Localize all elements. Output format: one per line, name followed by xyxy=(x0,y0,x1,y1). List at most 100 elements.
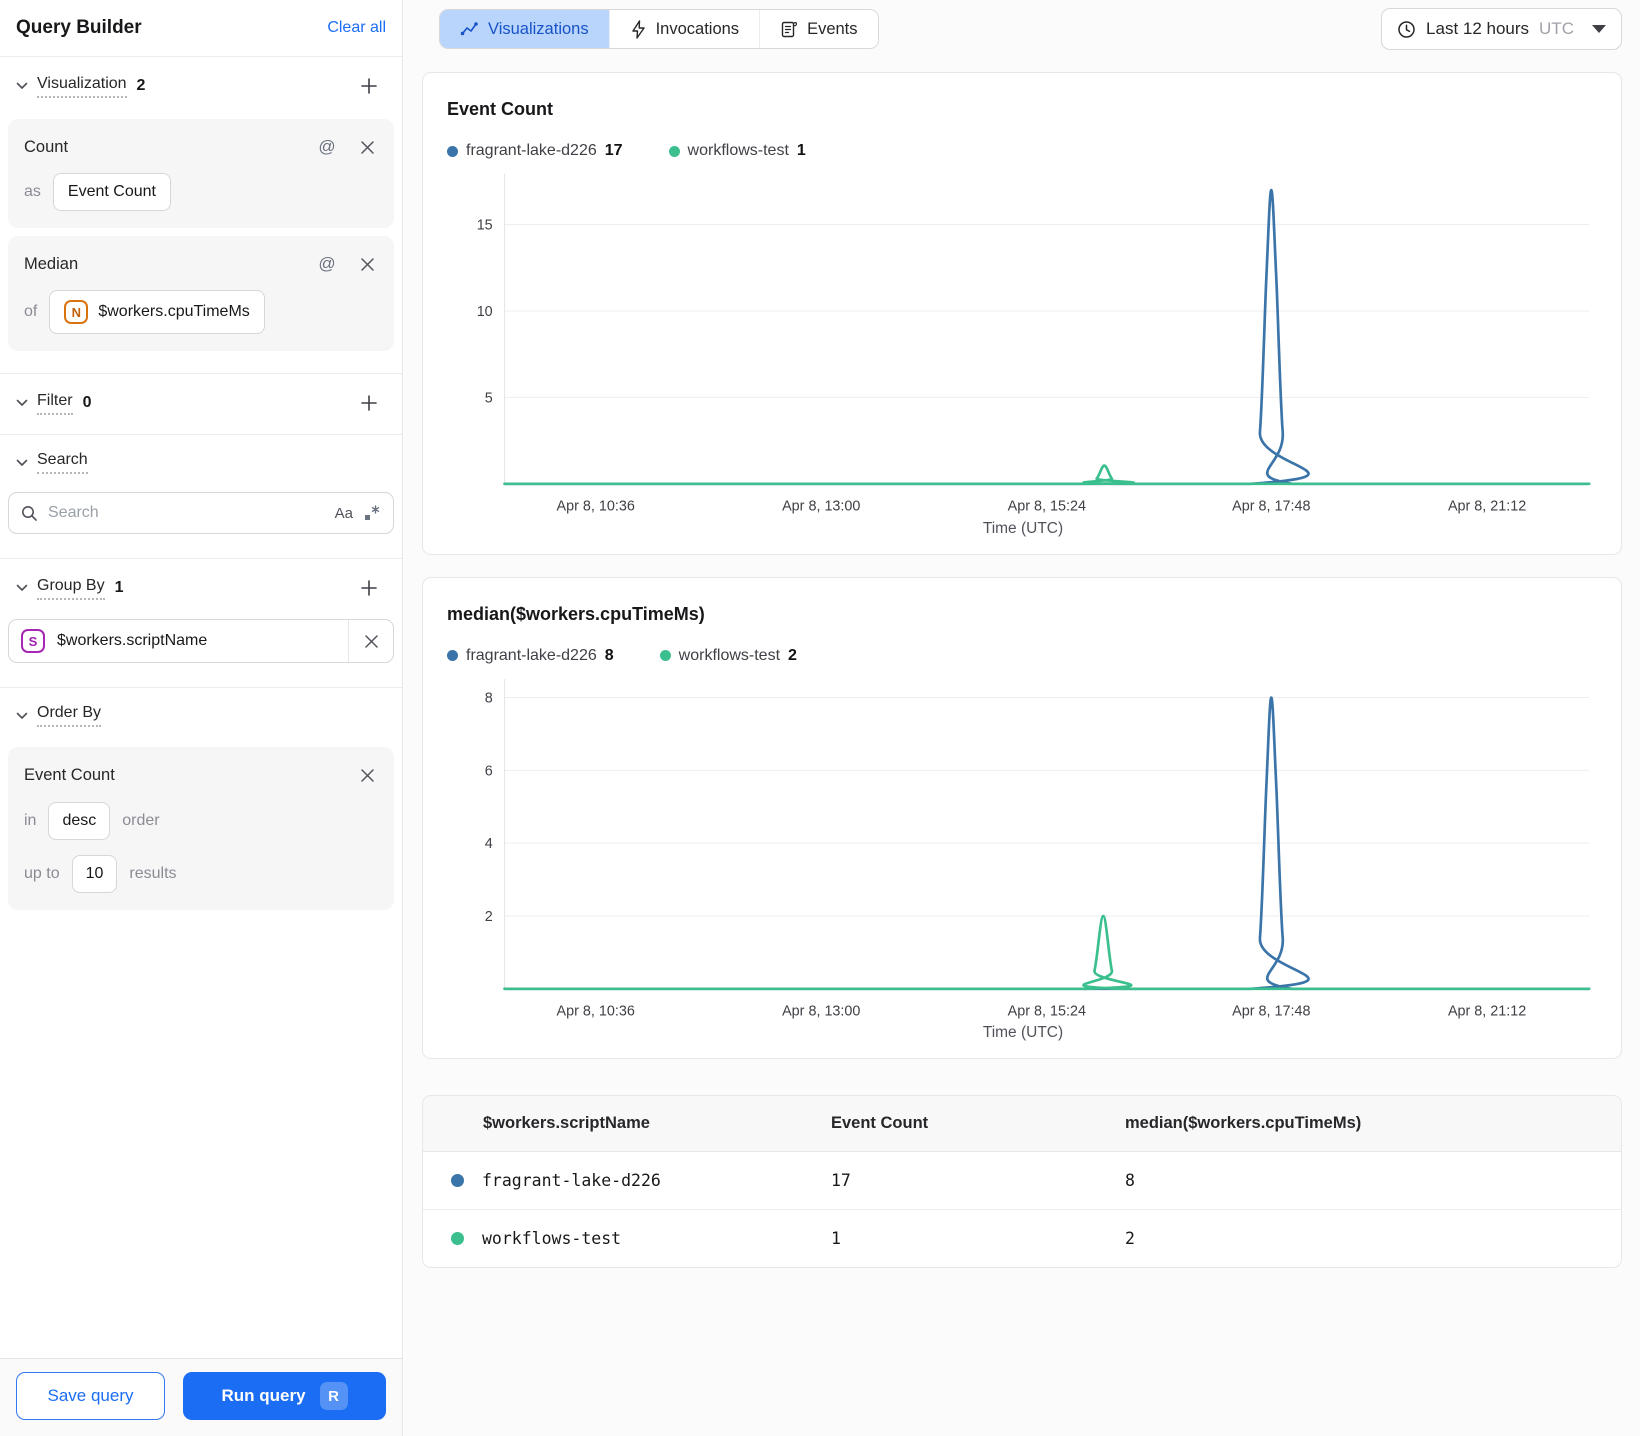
series-line-fragrant-lake-d226 xyxy=(503,188,1591,486)
count-card-title: Count xyxy=(24,137,69,156)
clear-all-link[interactable]: Clear all xyxy=(327,19,386,37)
save-query-button[interactable]: Save query xyxy=(16,1372,165,1420)
legend-dot xyxy=(668,145,680,157)
caret-down-icon xyxy=(1592,25,1606,33)
line-chart-icon xyxy=(460,21,478,35)
legend-series-value: 17 xyxy=(604,142,623,159)
search-section: Search Aa xyxy=(0,435,402,559)
chart-title: Event Count xyxy=(447,99,553,119)
table-body: fragrant-lake-d226 17 8 workflows-test 1 2 xyxy=(423,1152,1621,1267)
run-query-button[interactable]: Run query R xyxy=(183,1372,386,1420)
table-row[interactable]: fragrant-lake-d226 17 8 xyxy=(423,1152,1621,1211)
legend-dot xyxy=(447,145,458,157)
timezone-label: UTC xyxy=(1539,19,1574,38)
visualization-label: Visualization xyxy=(37,75,127,98)
x-tick-label: Apr 8, 21:12 xyxy=(1448,1003,1526,1019)
column-header-median[interactable]: median($workers.cpuTimeMs) xyxy=(1125,1114,1621,1133)
chevron-down-icon[interactable] xyxy=(14,78,30,94)
order-label: order xyxy=(122,812,160,829)
legend-item[interactable]: fragrant-lake-d226 8 xyxy=(447,647,614,665)
remove-count-button[interactable] xyxy=(356,136,378,158)
median-field-value: $workers.cpuTimeMs xyxy=(98,303,250,320)
x-tick-label: Apr 8, 10:36 xyxy=(557,499,635,515)
sort-direction-select[interactable]: desc xyxy=(48,802,111,840)
search-input[interactable] xyxy=(48,504,325,522)
table-header-row: $workers.scriptName Event Count median($… xyxy=(423,1096,1621,1153)
legend-series-value: 1 xyxy=(796,142,806,159)
main-content: Visualizations Invocations Events Last 1… xyxy=(404,0,1640,1436)
result-limit-input[interactable]: 10 xyxy=(71,855,118,893)
chevron-down-icon[interactable] xyxy=(14,708,30,724)
legend-item[interactable]: workflows-test 2 xyxy=(659,646,797,665)
legend-item[interactable]: workflows-test 1 xyxy=(668,142,806,160)
query-builder-sidebar: Query Builder Clear all Visualization 2 … xyxy=(0,0,403,1436)
tab-events[interactable]: Events xyxy=(759,10,878,48)
in-label: in xyxy=(24,812,37,829)
order-by-section: Order By Event Count in desc order up to… xyxy=(0,688,402,932)
group-by-section: Group By 1 S $workers.scriptName xyxy=(0,559,402,688)
chevron-down-icon[interactable] xyxy=(14,395,30,411)
close-icon xyxy=(360,768,374,782)
count-visualization-card: Count @ as Event Count xyxy=(8,119,394,228)
add-visualization-button[interactable] xyxy=(356,73,382,99)
document-icon xyxy=(781,21,798,37)
legend-series-name: fragrant-lake-d226 xyxy=(466,646,597,664)
y-tick-label: 4 xyxy=(485,836,493,852)
regex-toggle[interactable] xyxy=(363,504,381,522)
tab-visualizations[interactable]: Visualizations xyxy=(440,10,609,48)
mention-icon[interactable]: @ xyxy=(316,253,338,275)
visualization-section: Visualization 2 Count @ as Event Count M… xyxy=(0,57,402,374)
chevron-down-icon[interactable] xyxy=(14,580,30,596)
group-by-field[interactable]: S $workers.scriptName xyxy=(8,619,394,663)
time-range-select[interactable]: Last 12 hours UTC xyxy=(1381,8,1622,50)
median-card-title: Median xyxy=(24,254,79,273)
legend-series-value: 8 xyxy=(604,646,614,664)
script-name-value: fragrant-lake-d226 xyxy=(482,1171,661,1191)
remove-order-by-button[interactable] xyxy=(356,764,378,786)
string-type-icon: S xyxy=(21,629,45,653)
x-tick-label: Apr 8, 15:24 xyxy=(1008,499,1086,515)
topbar: Visualizations Invocations Events Last 1… xyxy=(422,8,1622,50)
chart-legend: fragrant-lake-d226 8 workflows-test 2 xyxy=(447,647,1599,665)
group-by-label: Group By xyxy=(37,577,105,600)
cell-median: 2 xyxy=(1125,1229,1135,1249)
count-alias-field[interactable]: Event Count xyxy=(52,173,171,211)
chevron-down-icon[interactable] xyxy=(14,455,30,471)
count-alias-value: Event Count xyxy=(67,183,156,200)
x-tick-label: Apr 8, 17:48 xyxy=(1232,1003,1310,1019)
mention-icon[interactable]: @ xyxy=(316,136,338,158)
page-title: Query Builder xyxy=(16,17,142,38)
order-by-field-title: Event Count xyxy=(24,765,115,784)
x-tick-label: Apr 8, 21:12 xyxy=(1448,499,1526,515)
legend-series-name: workflows-test xyxy=(678,646,781,664)
chart-title: median($workers.cpuTimeMs) xyxy=(447,603,705,624)
median-field-selector[interactable]: N $workers.cpuTimeMs xyxy=(49,290,265,334)
column-header-event-count[interactable]: Event Count xyxy=(831,1114,1125,1133)
cell-event-count: 1 xyxy=(831,1229,841,1249)
add-group-by-button[interactable] xyxy=(356,575,382,601)
add-filter-button[interactable] xyxy=(356,390,382,416)
x-axis-label: Time (UTC) xyxy=(982,519,1064,537)
legend-dot xyxy=(659,650,671,662)
case-sensitivity-toggle[interactable]: Aa xyxy=(335,505,353,522)
number-type-icon: N xyxy=(64,300,89,324)
results-table: $workers.scriptName Event Count median($… xyxy=(422,1095,1622,1269)
y-tick-label: 5 xyxy=(485,390,493,406)
search-label: Search xyxy=(37,451,88,474)
remove-median-button[interactable] xyxy=(356,253,378,275)
cell-script-name: fragrant-lake-d226 xyxy=(423,1171,831,1190)
y-tick-label: 2 xyxy=(485,909,493,925)
column-header-script-name[interactable]: $workers.scriptName xyxy=(423,1114,831,1133)
x-tick-label: Apr 8, 13:00 xyxy=(782,1003,860,1019)
filter-label: Filter xyxy=(37,392,73,415)
tab-invocations[interactable]: Invocations xyxy=(608,10,760,48)
table-row[interactable]: workflows-test 1 2 xyxy=(423,1210,1621,1267)
legend-item[interactable]: fragrant-lake-d226 17 xyxy=(447,142,623,160)
cell-script-name: workflows-test xyxy=(423,1229,831,1248)
x-tick-label: Apr 8, 13:00 xyxy=(782,499,860,515)
remove-group-by-button[interactable] xyxy=(349,620,393,662)
close-icon xyxy=(360,257,374,271)
close-icon xyxy=(364,634,378,648)
up-to-label: up to xyxy=(24,865,60,882)
clock-icon xyxy=(1398,20,1415,38)
